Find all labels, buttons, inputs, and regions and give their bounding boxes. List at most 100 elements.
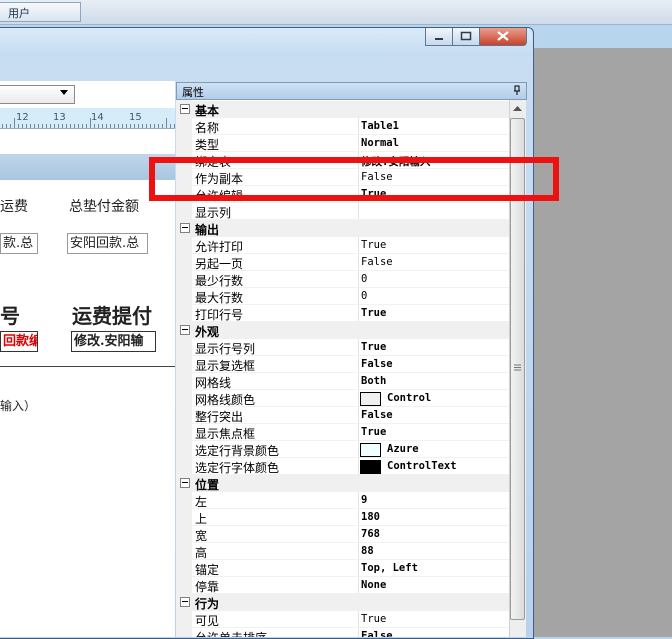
property-value[interactable]: None — [361, 579, 386, 591]
property-row[interactable]: 整行突出 False — [176, 407, 509, 424]
ruler-tick — [34, 124, 35, 128]
property-row[interactable]: 允许打印 True — [176, 237, 509, 254]
property-value[interactable]: False — [361, 358, 393, 370]
category-row[interactable]: 位置 — [176, 475, 509, 492]
property-grid-title: 属性 — [182, 86, 204, 99]
property-value[interactable]: ControlText — [387, 460, 457, 472]
category-row[interactable]: 输出 — [176, 220, 509, 237]
color-swatch — [360, 460, 381, 474]
property-value[interactable]: Control — [387, 392, 431, 404]
property-value[interactable]: 88 — [361, 545, 374, 557]
property-value[interactable]: True — [361, 613, 386, 625]
field-box[interactable]: 回款编 — [0, 331, 38, 352]
collapse-icon[interactable] — [180, 478, 190, 488]
object-combo-box[interactable] — [0, 85, 75, 104]
ruler-tick — [126, 124, 127, 128]
property-value[interactable]: Both — [361, 375, 386, 387]
label-freight-pay: 运费提付 — [72, 304, 152, 328]
ruler-label: 14 — [91, 112, 104, 123]
property-row[interactable]: 显示复选框 False — [176, 356, 509, 373]
field-box[interactable]: 修改.安阳输 — [71, 331, 156, 352]
column-separator — [358, 577, 359, 594]
ruler-tick — [130, 124, 131, 128]
ruler-tick — [10, 124, 11, 128]
property-value[interactable]: 0 — [361, 290, 367, 302]
ruler-tick — [118, 124, 119, 128]
property-row[interactable]: 类型 Normal — [176, 135, 509, 152]
property-row[interactable]: 允许单击排序 False — [176, 628, 509, 637]
ruler-tick — [18, 124, 19, 128]
ruler-tick — [26, 124, 27, 128]
property-row[interactable]: 名称 Table1 — [176, 118, 509, 135]
minimize-icon — [435, 38, 443, 40]
property-row[interactable]: 打印行号 True — [176, 305, 509, 322]
property-value[interactable]: True — [361, 307, 386, 319]
collapse-icon[interactable] — [180, 325, 190, 335]
property-grid-header: 属性 — [176, 82, 527, 100]
property-value[interactable]: False — [361, 409, 393, 421]
property-row[interactable]: 宽 768 — [176, 526, 509, 543]
ruler-tick — [78, 124, 79, 128]
close-button[interactable] — [479, 28, 527, 46]
property-value[interactable]: Normal — [361, 137, 399, 149]
property-row[interactable]: 显示行号列 True — [176, 339, 509, 356]
property-value[interactable]: 9 — [361, 494, 367, 506]
collapse-icon[interactable] — [180, 223, 190, 233]
property-value[interactable]: False — [361, 256, 393, 268]
property-row[interactable]: 网格线 Both — [176, 373, 509, 390]
property-value[interactable]: Top, Left — [361, 562, 418, 574]
column-separator — [358, 543, 359, 560]
property-row[interactable]: 最大行数 0 — [176, 288, 509, 305]
property-row[interactable]: 可见 True — [176, 611, 509, 628]
color-swatch — [360, 392, 381, 406]
property-row[interactable]: 显示列 — [176, 203, 509, 220]
maximize-button[interactable] — [452, 28, 480, 46]
ruler-tick — [174, 124, 175, 128]
ruler-tick — [22, 124, 23, 128]
ruler-tick — [94, 124, 95, 128]
category-label: 行为 — [195, 597, 220, 611]
minimize-button[interactable] — [425, 28, 453, 46]
property-row[interactable]: 显示焦点框 True — [176, 424, 509, 441]
property-row[interactable]: 高 88 — [176, 543, 509, 560]
category-row[interactable]: 基本 — [176, 101, 509, 118]
property-row[interactable]: 停靠 None — [176, 577, 509, 594]
category-row[interactable]: 行为 — [176, 594, 509, 611]
property-row[interactable]: 锚定 Top, Left — [176, 560, 509, 577]
category-label: 输出 — [195, 223, 220, 237]
property-value[interactable]: True — [361, 426, 386, 438]
ruler-tick — [82, 124, 83, 128]
property-row[interactable]: 选定行背景颜色 Azure — [176, 441, 509, 458]
property-value[interactable]: 768 — [361, 528, 380, 540]
property-row[interactable]: 选定行字体颜色 ControlText — [176, 458, 509, 475]
ruler-tick — [42, 124, 43, 128]
property-value[interactable]: 180 — [361, 511, 380, 523]
field-box[interactable]: 安阳回款.总 — [67, 233, 148, 254]
category-row[interactable]: 外观 — [176, 322, 509, 339]
property-row[interactable]: 网格线颜色 Control — [176, 390, 509, 407]
property-row[interactable]: 上 180 — [176, 509, 509, 526]
column-separator — [358, 135, 359, 152]
property-row[interactable]: 另起一页 False — [176, 254, 509, 271]
grip-icon — [514, 364, 521, 371]
property-value[interactable]: 0 — [361, 273, 367, 285]
pin-icon[interactable] — [513, 85, 522, 95]
scroll-up-icon[interactable] — [513, 106, 522, 112]
column-separator — [358, 526, 359, 543]
column-separator — [358, 271, 359, 288]
property-value[interactable]: True — [361, 239, 386, 251]
collapse-icon[interactable] — [180, 597, 190, 607]
ruler-tick — [62, 124, 63, 128]
property-row[interactable]: 最少行数 0 — [176, 271, 509, 288]
property-value[interactable]: Azure — [387, 443, 419, 455]
ruler-tick — [74, 124, 75, 128]
property-row[interactable]: 左9 — [176, 492, 509, 509]
property-value[interactable]: True — [361, 341, 386, 353]
field-box[interactable]: 款.总 — [0, 233, 38, 254]
user-tab[interactable]: 用户 — [0, 2, 81, 22]
collapse-icon[interactable] — [180, 104, 190, 114]
property-value[interactable]: False — [361, 630, 393, 637]
property-value[interactable]: Table1 — [361, 120, 399, 132]
column-separator — [358, 356, 359, 373]
ruler-tick — [106, 124, 107, 128]
